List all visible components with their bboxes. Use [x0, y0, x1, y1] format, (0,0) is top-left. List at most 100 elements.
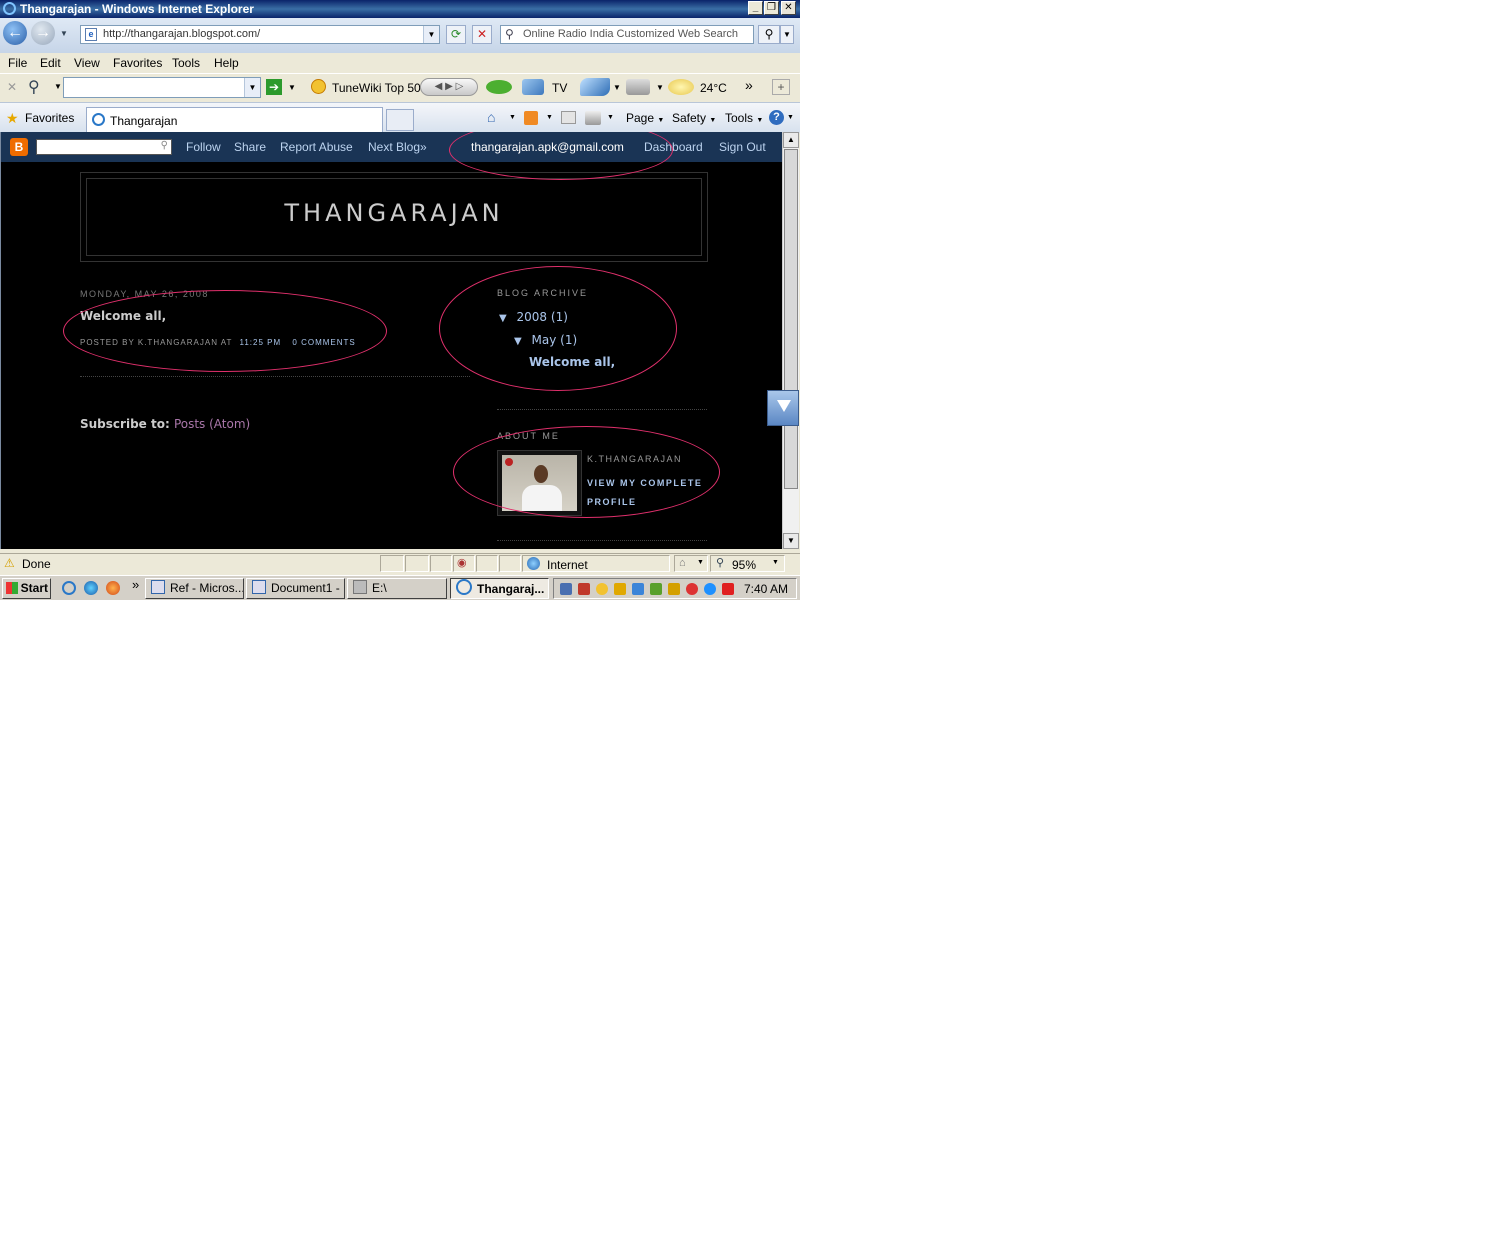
add-toolbar-icon[interactable]: +: [772, 79, 790, 95]
archive-month-toggle-icon[interactable]: ▼: [514, 336, 522, 347]
update-tray-icon[interactable]: [704, 583, 716, 595]
new-tab-button[interactable]: [386, 109, 414, 131]
app-tray-icon[interactable]: [650, 583, 662, 595]
refresh-button[interactable]: ⟳: [446, 25, 466, 44]
privacy-eye-icon[interactable]: ◉: [457, 556, 467, 569]
protected-dropdown-icon[interactable]: ▼: [697, 559, 704, 566]
archive-year-item[interactable]: ▼ 2008 (1): [499, 310, 568, 324]
home-icon[interactable]: ⌂: [487, 109, 495, 125]
quicklaunch-more-chevron[interactable]: »: [132, 577, 139, 592]
vertical-scrollbar[interactable]: ▲ ▼: [782, 132, 799, 549]
next-blog-link[interactable]: Next Blog»: [368, 140, 427, 154]
menu-favorites[interactable]: Favorites: [113, 56, 162, 70]
scroll-up-icon[interactable]: ▲: [783, 132, 799, 148]
protected-mode-cell[interactable]: ⌂ ▼: [674, 555, 708, 572]
toolbar-search-icon[interactable]: ⚲: [28, 77, 40, 97]
tools-menu-button[interactable]: Tools ▼: [725, 111, 763, 125]
go-dropdown-icon[interactable]: ▼: [288, 83, 296, 92]
archive-post-link[interactable]: Welcome all,: [529, 355, 615, 369]
zoom-dropdown-icon[interactable]: ▼: [772, 559, 779, 566]
tv-button[interactable]: TV: [552, 81, 567, 95]
address-dropdown-icon[interactable]: ▼: [423, 26, 439, 43]
address-input[interactable]: http://thangarajan.blogspot.com/: [103, 28, 260, 40]
posts-atom-link[interactable]: Posts (Atom): [174, 417, 250, 431]
forward-button[interactable]: →: [31, 21, 55, 45]
view-profile-link-line1[interactable]: VIEW MY COMPLETE: [587, 478, 702, 488]
zoom-cell[interactable]: ⚲ 95% ▼: [710, 555, 785, 572]
restore-button[interactable]: ❐: [764, 1, 779, 15]
weather-widget-icon[interactable]: [580, 78, 610, 96]
green-widget-icon[interactable]: [486, 80, 512, 94]
help-dropdown-icon[interactable]: ▼: [787, 114, 794, 121]
help-icon[interactable]: ?: [769, 110, 784, 125]
media-player-controls[interactable]: ◀ ▶ ▷: [420, 78, 478, 96]
read-mail-icon[interactable]: [561, 111, 576, 124]
weather-dropdown-icon[interactable]: ▼: [613, 83, 621, 92]
toolbar-more-chevron[interactable]: »: [745, 77, 753, 93]
smiley-tray-icon[interactable]: [596, 583, 608, 595]
stop-button[interactable]: ✕: [472, 25, 492, 44]
view-profile-link-line2[interactable]: PROFILE: [587, 497, 637, 507]
search-input[interactable]: Online Radio India Customized Web Search: [523, 28, 738, 40]
search-go-button[interactable]: ⚲: [758, 25, 780, 44]
warning-tray-icon[interactable]: [668, 583, 680, 595]
share-link[interactable]: Share: [234, 140, 266, 154]
scroll-thumb[interactable]: [784, 149, 798, 489]
search-options-dropdown-icon[interactable]: ▼: [780, 25, 794, 44]
blog-search-input[interactable]: ⚲: [36, 139, 172, 155]
close-button[interactable]: ✕: [781, 1, 796, 15]
profile-name[interactable]: K.THANGARAJAN: [587, 454, 682, 464]
acrobat-tray-icon[interactable]: [722, 583, 734, 595]
toolbar-close-icon[interactable]: ✕: [7, 80, 17, 94]
shield-tray-icon[interactable]: [614, 583, 626, 595]
safety-menu-button[interactable]: Safety ▼: [672, 111, 716, 125]
post-time-link[interactable]: 11:25 PM: [240, 338, 282, 347]
taskbar-button-thangarajan[interactable]: Thangaraj...: [450, 578, 549, 599]
satellite-icon[interactable]: [626, 79, 650, 95]
security-zone-cell[interactable]: Internet: [522, 555, 670, 572]
dashboard-link[interactable]: Dashboard: [644, 140, 703, 154]
taskbar-button-ref[interactable]: Ref - Micros...: [145, 578, 244, 599]
display-tray-icon[interactable]: [632, 583, 644, 595]
address-bar[interactable]: e http://thangarajan.blogspot.com/ ▼: [80, 25, 440, 44]
archive-month-item[interactable]: ▼ May (1): [514, 333, 577, 347]
print-icon[interactable]: [585, 111, 601, 125]
blogger-logo-icon[interactable]: B: [10, 138, 28, 156]
download-arrow-button[interactable]: [767, 390, 799, 426]
sign-out-link[interactable]: Sign Out: [719, 140, 766, 154]
privacy-cell[interactable]: ◉: [453, 555, 475, 572]
home-dropdown-icon[interactable]: ▼: [509, 114, 516, 121]
archive-year-toggle-icon[interactable]: ▼: [499, 313, 507, 324]
rss-feed-icon[interactable]: [524, 111, 538, 125]
archive-month-label[interactable]: May: [532, 333, 557, 347]
profile-photo[interactable]: [497, 450, 582, 516]
scroll-down-icon[interactable]: ▼: [783, 533, 799, 549]
recent-pages-dropdown-icon[interactable]: ▼: [60, 29, 68, 38]
tools-tray-icon[interactable]: [578, 583, 590, 595]
taskbar-button-drive-e[interactable]: E:\: [347, 578, 447, 599]
back-button[interactable]: ←: [3, 21, 27, 45]
minimize-button[interactable]: _: [748, 1, 763, 15]
quicklaunch-firefox-icon[interactable]: [106, 581, 120, 595]
blog-title[interactable]: THANGARAJAN: [81, 199, 707, 227]
quicklaunch-ie-icon[interactable]: [62, 581, 76, 595]
blog-search-icon[interactable]: ⚲: [161, 140, 168, 151]
archive-year-label[interactable]: 2008: [517, 310, 548, 324]
zoom-icon[interactable]: ⚲: [716, 556, 724, 569]
taskbar-button-document1[interactable]: Document1 - ...: [246, 578, 345, 599]
follow-link[interactable]: Follow: [186, 140, 221, 154]
menu-help[interactable]: Help: [214, 56, 239, 70]
start-button[interactable]: Start: [2, 578, 51, 599]
satellite-dropdown-icon[interactable]: ▼: [656, 83, 664, 92]
favorites-button[interactable]: Favorites: [25, 111, 74, 125]
messenger-tray-icon[interactable]: [686, 583, 698, 595]
toolbar-search-input[interactable]: ▼: [63, 77, 261, 98]
print-dropdown-icon[interactable]: ▼: [607, 114, 614, 121]
feed-dropdown-icon[interactable]: ▼: [546, 114, 553, 121]
toolbar-search-dropdown-icon[interactable]: ▼: [54, 82, 62, 91]
menu-view[interactable]: View: [74, 56, 100, 70]
report-abuse-link[interactable]: Report Abuse: [280, 140, 353, 154]
go-arrow-icon[interactable]: ➔: [266, 79, 282, 95]
comments-link[interactable]: 0 COMMENTS: [292, 338, 355, 347]
page-menu-button[interactable]: Page ▼: [626, 111, 664, 125]
